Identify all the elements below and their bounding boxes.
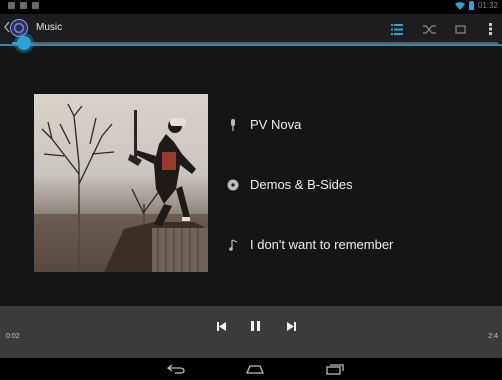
- song-title: I don't want to remember: [250, 237, 394, 252]
- status-left-icons: [8, 2, 39, 9]
- app-title[interactable]: Music: [36, 22, 62, 33]
- total-duration: 2:4: [488, 333, 498, 340]
- home-button[interactable]: [245, 362, 265, 376]
- image-icon: [20, 2, 27, 9]
- playlist-button[interactable]: [388, 20, 406, 38]
- wifi-icon: [454, 2, 465, 10]
- microphone-icon: [226, 118, 240, 132]
- recent-apps-icon: [326, 363, 344, 375]
- elapsed-time: 0:02: [6, 333, 20, 340]
- previous-button[interactable]: [213, 318, 229, 334]
- next-button[interactable]: [283, 318, 299, 334]
- previous-icon: [216, 321, 226, 331]
- playlist-icon: [391, 23, 403, 35]
- clock: 01:32: [477, 1, 498, 10]
- download-icon: [32, 2, 39, 9]
- back-icon: [167, 364, 185, 374]
- status-right-icons: 01:32: [454, 1, 498, 10]
- overflow-menu-button[interactable]: [481, 20, 499, 38]
- status-bar: 01:32: [0, 0, 502, 14]
- back-button[interactable]: [166, 362, 186, 376]
- song-row: I don't want to remember: [226, 237, 393, 252]
- pause-icon: [250, 321, 260, 331]
- album-disc-icon: [226, 178, 240, 192]
- music-app-icon[interactable]: [10, 19, 28, 37]
- next-icon: [286, 321, 296, 331]
- music-note-icon: [226, 238, 240, 252]
- shuffle-button[interactable]: [420, 20, 438, 38]
- seek-bar-thumb[interactable]: [16, 36, 31, 50]
- overflow-menu-icon: [488, 23, 492, 35]
- shuffle-icon: [422, 24, 436, 34]
- seek-bar[interactable]: [12, 42, 498, 44]
- navigation-bar: [0, 358, 502, 380]
- recent-apps-button[interactable]: [325, 362, 345, 376]
- repeat-button[interactable]: [451, 20, 469, 38]
- repeat-icon: [454, 24, 466, 34]
- album-row: Demos & B-Sides: [226, 177, 353, 192]
- now-playing-panel: PV Nova Demos & B-Sides I don't want to …: [0, 46, 502, 306]
- album-name: Demos & B-Sides: [250, 177, 353, 192]
- home-icon: [246, 365, 264, 374]
- battery-icon: [468, 1, 474, 10]
- pause-button[interactable]: [247, 318, 263, 334]
- playback-controls: 0:02 2:4: [0, 306, 502, 358]
- notification-icon: [8, 2, 15, 9]
- artist-row: PV Nova: [226, 117, 301, 132]
- artist-name: PV Nova: [250, 117, 302, 132]
- album-art: [34, 94, 208, 272]
